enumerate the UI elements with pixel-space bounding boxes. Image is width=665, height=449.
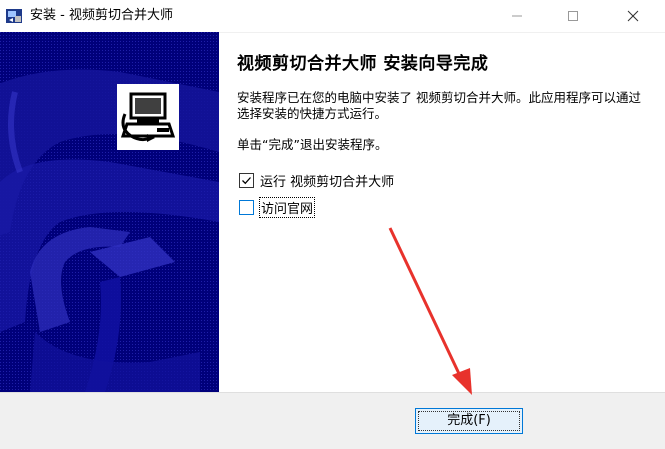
computer-install-icon (117, 84, 179, 150)
wizard-banner-image (0, 32, 219, 392)
button-bar: 完成(F) (0, 392, 665, 449)
maximize-icon (568, 11, 578, 21)
finish-button[interactable]: 完成(F) (415, 408, 523, 434)
checkbox-unchecked-icon[interactable] (239, 199, 254, 215)
visit-website-label: 访问官网 (258, 196, 316, 218)
exit-instruction-text: 单击“完成”退出安装程序。 (237, 137, 388, 152)
close-button[interactable] (610, 0, 656, 32)
visit-website-checkbox[interactable]: 访问官网 (239, 196, 316, 218)
run-app-label: 运行 视频剪切合并大师 (260, 174, 395, 190)
installer-icon (6, 8, 22, 24)
checkbox-checked-icon[interactable] (239, 172, 254, 188)
title-bar: 安装 - 视频剪切合并大师 (0, 0, 665, 33)
wizard-content: 视频剪切合并大师 安装向导完成 安装程序已在您的电脑中安装了 视频剪切合并大师。… (219, 32, 665, 392)
banner-graphic (0, 32, 219, 392)
close-icon (627, 10, 639, 22)
page-title: 视频剪切合并大师 安装向导完成 (237, 54, 489, 74)
window-title: 安装 - 视频剪切合并大师 (30, 8, 173, 23)
finish-button-label: 完成(F) (447, 413, 491, 428)
run-app-checkbox[interactable]: 运行 视频剪切合并大师 (239, 170, 394, 190)
install-complete-text: 安装程序已在您的电脑中安装了 视频剪切合并大师。此应用程序可以通过选择安装的快捷… (237, 90, 641, 121)
minimize-button[interactable] (494, 0, 540, 32)
minimize-icon (512, 15, 522, 17)
maximize-button[interactable] (550, 0, 596, 32)
